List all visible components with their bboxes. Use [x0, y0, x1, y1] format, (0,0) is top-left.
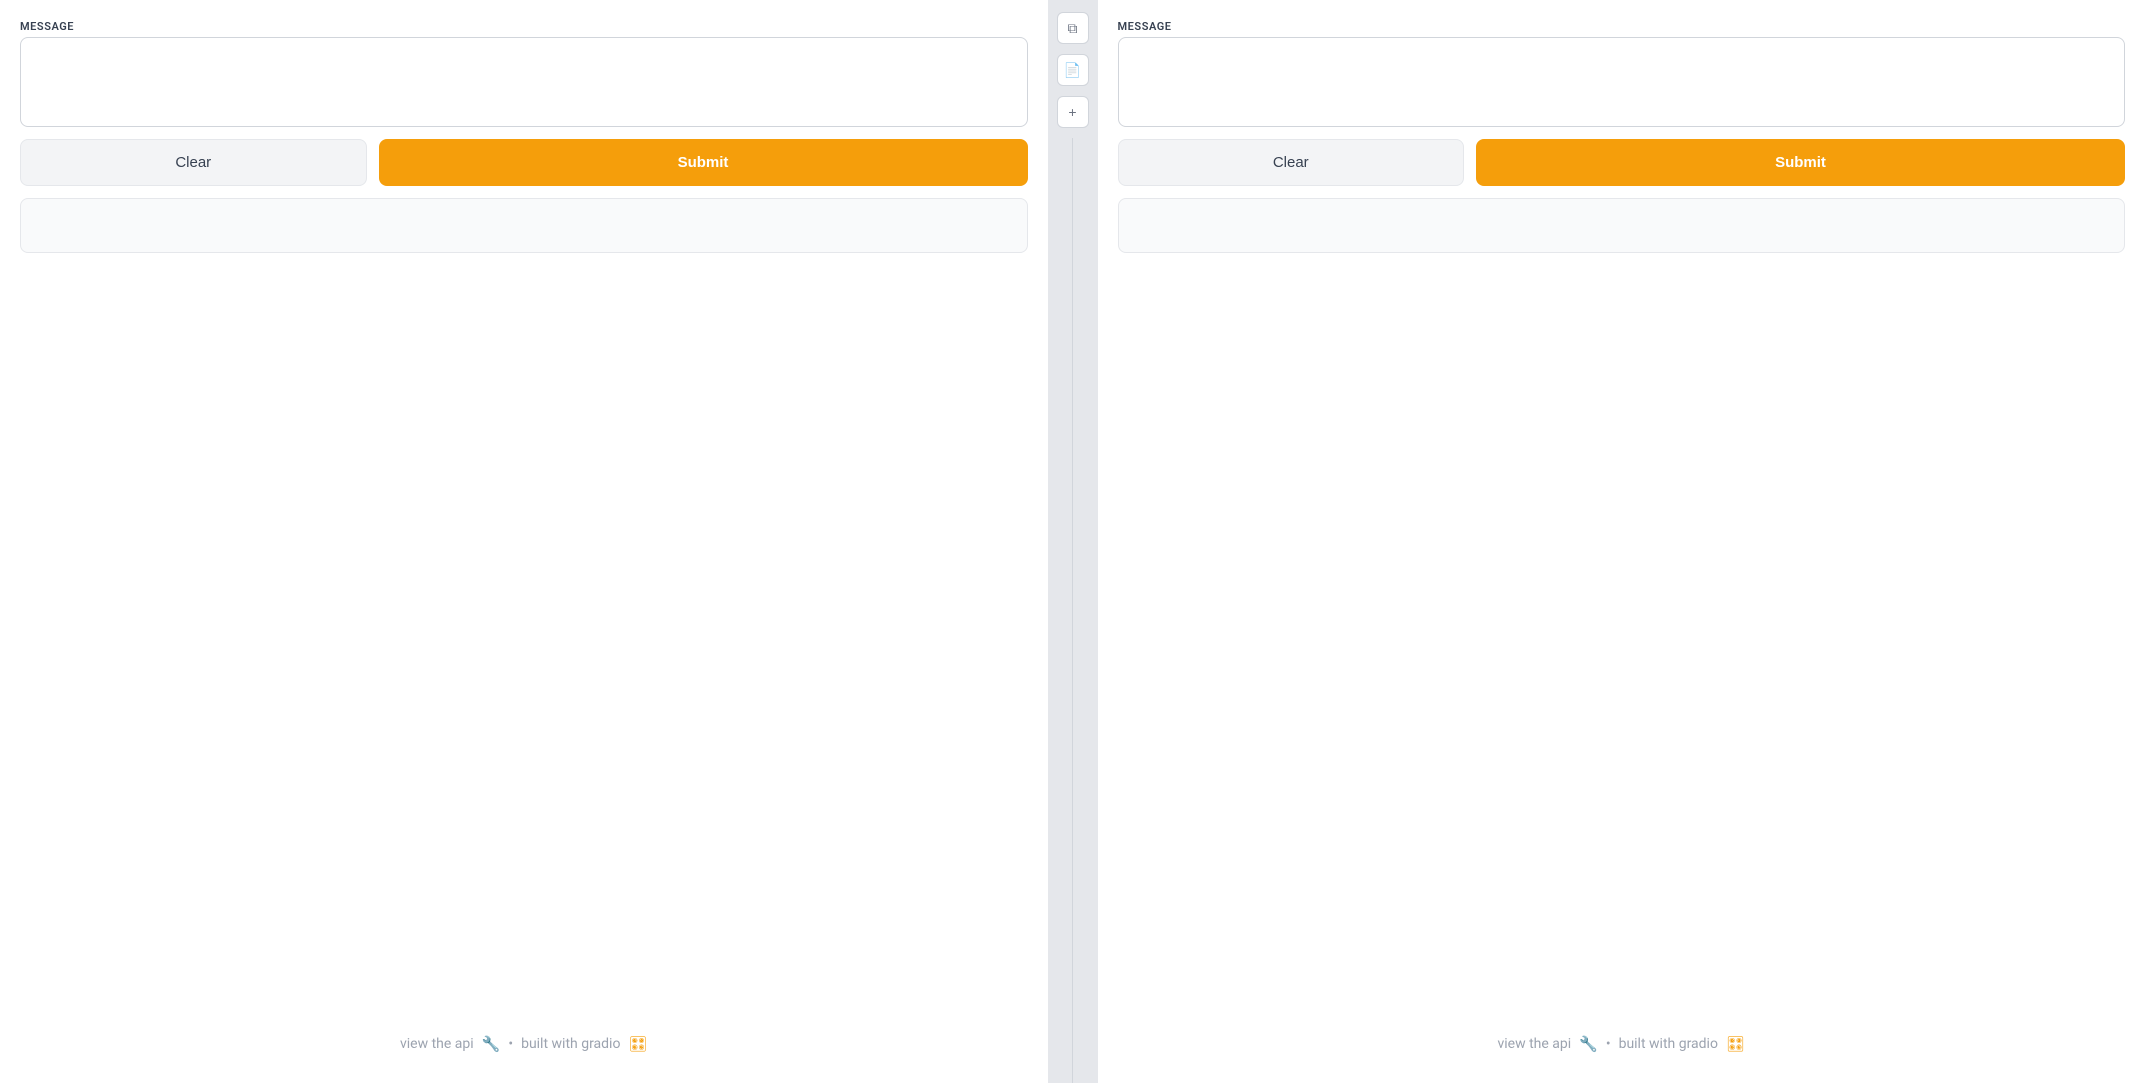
copy-icon: ⧉: [1068, 20, 1078, 37]
right-clear-button[interactable]: Clear: [1118, 139, 1465, 186]
left-button-row: Clear Submit: [20, 139, 1028, 186]
left-gradio-icon: 🎛: [628, 1035, 647, 1053]
left-footer-dot: •: [508, 1036, 513, 1052]
panel-divider: ⧉ 📄 +: [1048, 0, 1098, 1083]
right-footer-dot: •: [1606, 1036, 1611, 1052]
left-output-area: [20, 198, 1028, 253]
left-message-input-wrapper[interactable]: [20, 37, 1028, 127]
left-footer: view the api 🔧 • built with gradio 🎛: [20, 1015, 1028, 1063]
right-gradio-icon: 🎛: [1726, 1035, 1745, 1053]
file-button[interactable]: 📄: [1057, 54, 1089, 86]
plus-icon: +: [1068, 104, 1076, 120]
right-message-label: MESSAGE: [1118, 20, 2126, 33]
right-gradio-link[interactable]: built with gradio: [1619, 1036, 1718, 1052]
left-message-section: MESSAGE: [20, 20, 1028, 127]
left-wrench-icon: 🔧: [482, 1035, 501, 1053]
right-submit-button[interactable]: Submit: [1476, 139, 2125, 186]
left-gradio-link[interactable]: built with gradio: [521, 1036, 620, 1052]
left-message-label: MESSAGE: [20, 20, 1028, 33]
copy-button[interactable]: ⧉: [1057, 12, 1089, 44]
left-panel: MESSAGE Clear Submit view the api 🔧 • bu…: [0, 0, 1048, 1083]
file-icon: 📄: [1064, 62, 1081, 79]
right-footer: view the api 🔧 • built with gradio 🎛: [1118, 1015, 2126, 1063]
right-api-link[interactable]: view the api: [1497, 1036, 1571, 1052]
right-button-row: Clear Submit: [1118, 139, 2126, 186]
right-message-input-wrapper[interactable]: [1118, 37, 2126, 127]
divider-line: [1072, 138, 1073, 1083]
left-message-textarea[interactable]: [33, 50, 1015, 110]
right-message-textarea[interactable]: [1131, 50, 2113, 110]
left-clear-button[interactable]: Clear: [20, 139, 367, 186]
right-panel: MESSAGE Clear Submit view the api 🔧 • bu…: [1098, 0, 2145, 1083]
left-submit-button[interactable]: Submit: [379, 139, 1028, 186]
right-message-section: MESSAGE: [1118, 20, 2126, 127]
add-button[interactable]: +: [1057, 96, 1089, 128]
right-output-area: [1118, 198, 2126, 253]
right-wrench-icon: 🔧: [1579, 1035, 1598, 1053]
left-api-link[interactable]: view the api: [400, 1036, 474, 1052]
